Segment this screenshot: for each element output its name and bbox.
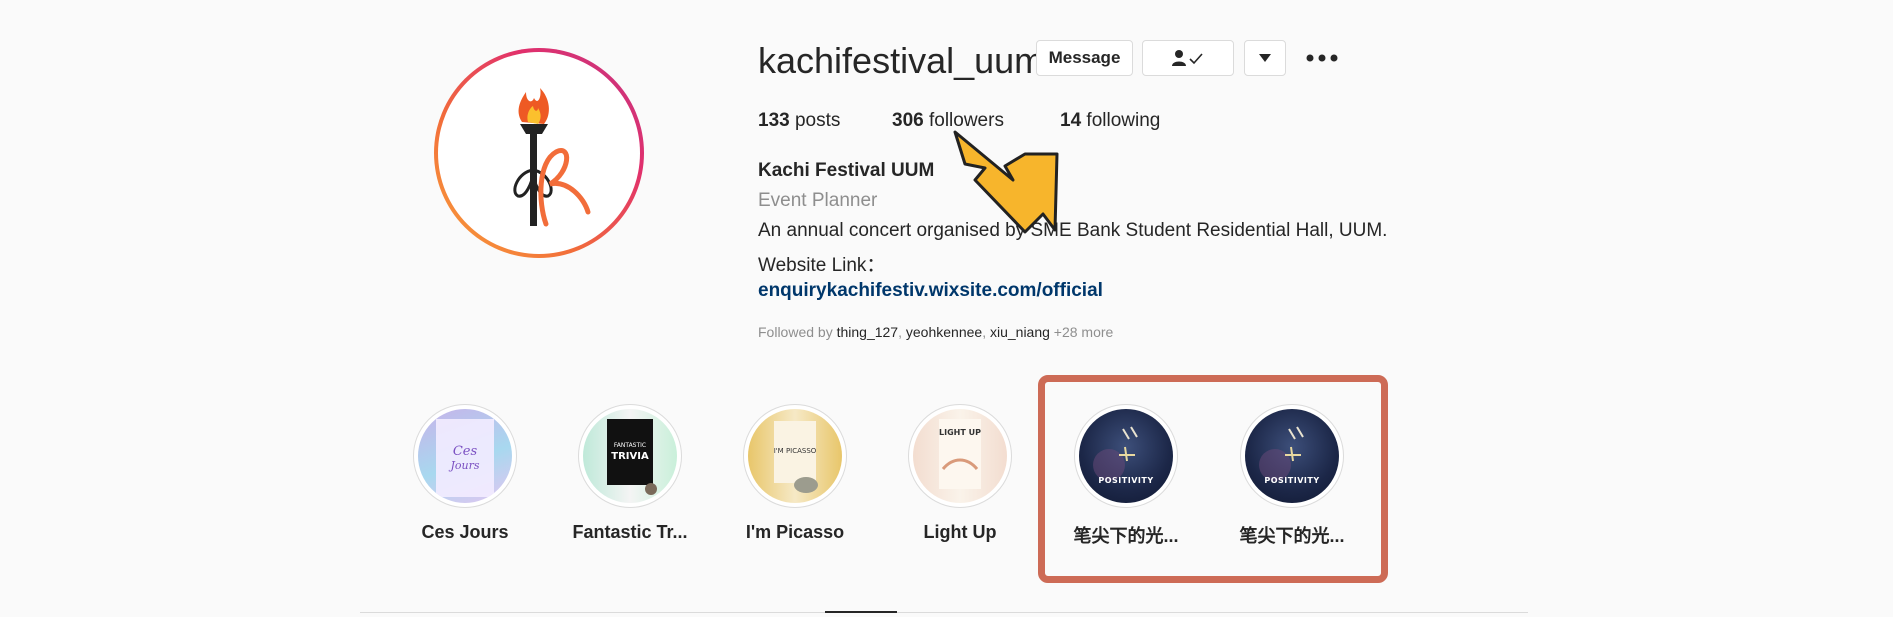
tabs-divider xyxy=(360,612,1528,613)
highlight-label: Fantastic Tr... xyxy=(572,522,688,542)
profile-avatar[interactable] xyxy=(434,48,644,258)
highlight-cover-icon: LIGHT UP xyxy=(939,419,981,489)
highlight-cover-icon: I'M PICASSO xyxy=(774,421,818,493)
follower-link[interactable]: thing_127 xyxy=(837,324,899,340)
svg-text:LIGHT UP: LIGHT UP xyxy=(939,428,981,437)
highlight-cover-icon: Ces Jours xyxy=(436,419,494,497)
more-options-button[interactable] xyxy=(1304,45,1340,71)
profile-website-label: Website Link： xyxy=(758,255,886,276)
highlight-fantastic-trivia[interactable]: FANTASTIC TRIVIA Fantastic Tr... xyxy=(570,404,690,543)
svg-text:TRIVIA: TRIVIA xyxy=(611,451,649,462)
svg-text:Jours: Jours xyxy=(448,459,479,472)
svg-text:I'M PICASSO: I'M PICASSO xyxy=(774,447,817,455)
followed-by-text: Followed by thing_127, yeohkennee, xiu_n… xyxy=(758,324,1114,340)
profile-full-name: Kachi Festival UUM xyxy=(758,160,935,181)
message-button[interactable]: Message xyxy=(1036,40,1133,76)
follower-link[interactable]: yeohkennee xyxy=(906,324,982,340)
highlight-ces-jours[interactable]: Ces Jours Ces Jours xyxy=(405,404,525,543)
profile-username: kachifestival_uum xyxy=(758,40,1045,81)
kachi-logo-icon xyxy=(513,88,591,227)
highlight-label: I'm Picasso xyxy=(745,522,845,542)
highlight-label: Light Up xyxy=(923,522,997,542)
follower-link[interactable]: xiu_niang xyxy=(990,324,1050,340)
following-status-button[interactable] xyxy=(1142,40,1234,76)
profile-category: Event Planner xyxy=(758,190,878,211)
suggested-accounts-dropdown[interactable] xyxy=(1244,40,1286,76)
svg-text:FANTASTIC: FANTASTIC xyxy=(614,442,646,449)
highlight-label: Ces Jours xyxy=(421,522,509,542)
svg-text:Ces: Ces xyxy=(453,444,478,459)
active-tab-indicator xyxy=(825,611,897,613)
highlight-cover-icon: FANTASTIC TRIVIA xyxy=(607,419,657,495)
followers-more-link[interactable]: +28 more xyxy=(1050,324,1114,340)
chevron-down-icon xyxy=(1259,54,1271,62)
annotation-arrow xyxy=(953,130,1059,234)
posts-count: 133 posts xyxy=(758,110,841,131)
highlight-light-up[interactable]: LIGHT UP Light Up xyxy=(900,404,1020,543)
annotation-box xyxy=(1038,375,1388,583)
highlight-im-picasso[interactable]: I'M PICASSO I'm Picasso xyxy=(735,404,855,543)
person-check-icon xyxy=(1172,50,1203,66)
more-horizontal-icon xyxy=(1306,54,1338,62)
profile-website-link[interactable]: enquirykachifestiv.wixsite.com/official xyxy=(758,280,1103,302)
